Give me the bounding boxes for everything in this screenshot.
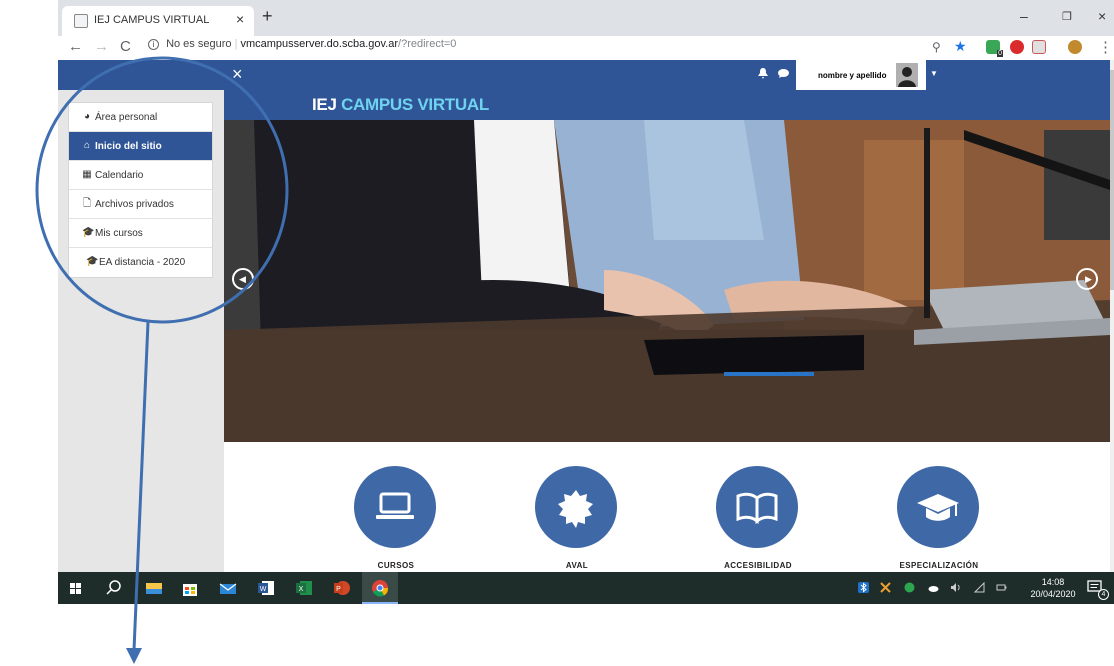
- annotation-overlay: [35, 56, 289, 664]
- screenshot: IEJ CAMPUS VIRTUAL × + – ❐ × ← → C i No …: [0, 0, 1114, 666]
- annotation-arrowhead: [126, 648, 142, 664]
- annotation-circle: [35, 56, 289, 324]
- annotation-arrow-line: [132, 321, 150, 651]
